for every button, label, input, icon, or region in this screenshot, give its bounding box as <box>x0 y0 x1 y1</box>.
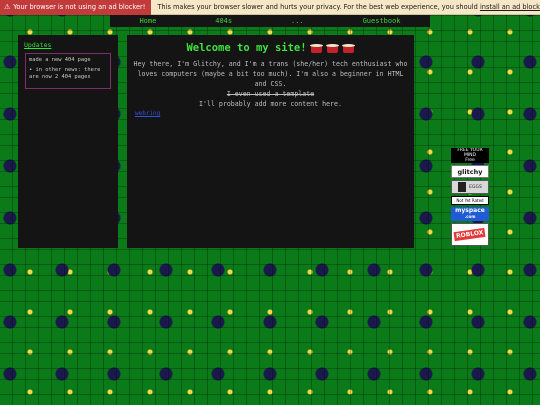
myspace-badge[interactable]: myspace .com <box>451 207 489 221</box>
warning-icon: ⚠ <box>4 3 11 11</box>
webring-link[interactable]: webring <box>135 110 160 117</box>
glitchy-badge-label: glitchy <box>457 167 483 176</box>
install-adblocker-link[interactable]: install an ad blocker <box>480 3 540 11</box>
updates-sidebar: Updates made a new 404 page • in other n… <box>18 35 118 248</box>
nav-guestbook[interactable]: Guestbook <box>363 17 401 25</box>
outro-text: I'll probably add more content here. <box>199 100 342 108</box>
eggs-badge[interactable]: EGGS <box>451 180 489 194</box>
not-rated-badge[interactable]: Not Yet Rated <box>451 196 489 205</box>
drum-icon <box>341 43 355 54</box>
free-badge[interactable]: FREE YOUR MIND Free <box>451 148 489 163</box>
roblox-label: ROBLOX <box>453 227 487 242</box>
free-badge-top: FREE YOUR MIND <box>457 148 483 158</box>
roblox-badge[interactable]: ROBLOX <box>451 223 489 246</box>
drum-icon <box>309 43 323 54</box>
top-nav: Home 404s ... Guestbook <box>110 15 430 27</box>
update-item: • in other news: there are now 2 404 pag… <box>29 67 101 80</box>
free-badge-bottom: Free <box>465 158 475 163</box>
adblock-message-text: This makes your browser slower and hurts… <box>157 3 480 11</box>
adblock-message: This makes your browser slower and hurts… <box>151 3 540 11</box>
intro-paragraph: Hey there, I'm Glitchy, and I'm a trans … <box>133 60 408 88</box>
eggs-badge-label: EGGS <box>469 184 482 190</box>
nav-404s[interactable]: 404s <box>215 17 232 25</box>
adblock-banner: ⚠ Your browser is not using an ad blocke… <box>0 0 540 15</box>
intro-text: Hey there, I'm Glitchy, and I'm a trans … <box>133 59 408 109</box>
main-content: Welcome to my site! Hey there, I'm Glitc… <box>127 35 414 248</box>
button-badges: FREE YOUR MIND Free glitchy EGGS Not Yet… <box>451 148 491 248</box>
not-rated-label: Not Yet Rated <box>456 198 484 203</box>
adblock-warning: ⚠ Your browser is not using an ad blocke… <box>0 0 152 15</box>
nav-home[interactable]: Home <box>139 17 156 25</box>
update-item: made a new 404 page <box>29 57 91 63</box>
drum-icon <box>325 43 339 54</box>
myspace-suffix: .com <box>464 214 476 219</box>
glitchy-badge[interactable]: glitchy <box>451 165 489 178</box>
nav-more[interactable]: ... <box>291 17 304 25</box>
updates-box: made a new 404 page • in other news: the… <box>25 53 111 89</box>
struck-text: I even used a template <box>226 90 315 98</box>
updates-heading: Updates <box>24 41 52 49</box>
egg-icon <box>458 182 467 192</box>
welcome-heading: Welcome to my site! <box>186 42 307 54</box>
adblock-warning-text: Your browser is not using an ad blocker! <box>13 3 146 11</box>
page-title: Welcome to my site! <box>127 42 414 54</box>
